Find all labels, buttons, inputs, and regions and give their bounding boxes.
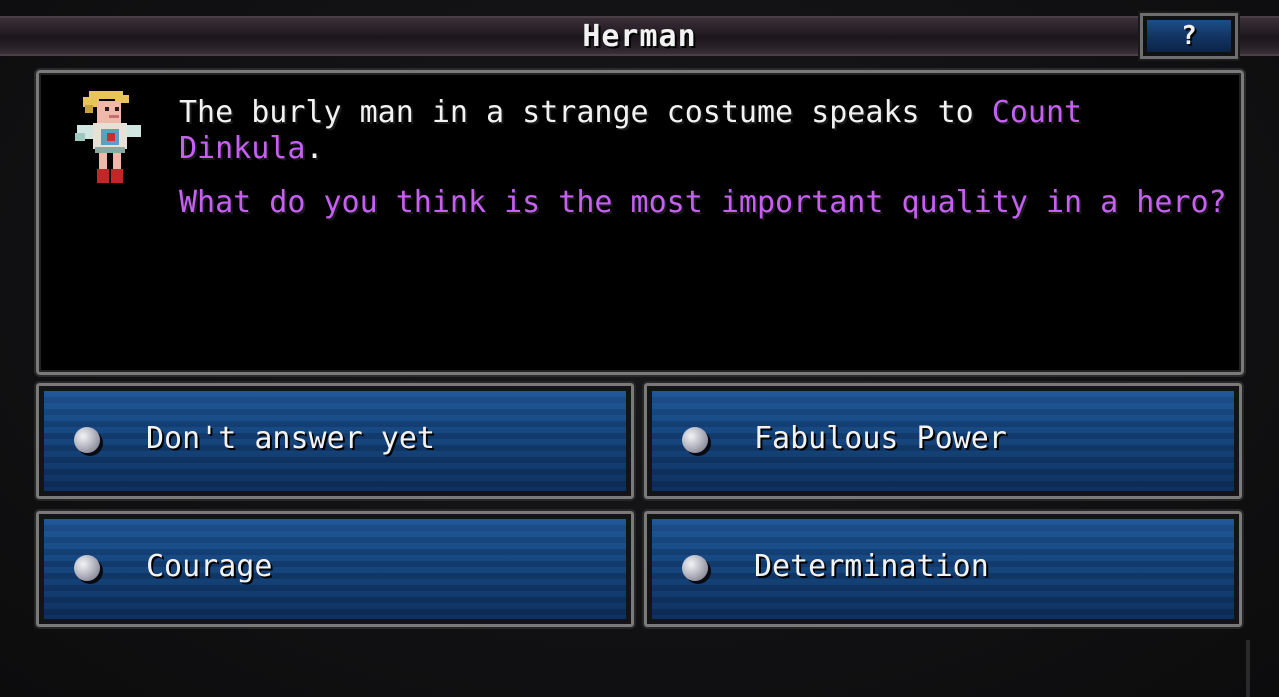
- help-button[interactable]: ?: [1138, 11, 1240, 61]
- choice-courage[interactable]: Courage: [34, 509, 636, 629]
- choice-fill: Determination: [652, 519, 1234, 619]
- choice-fabulous-power[interactable]: Fabulous Power: [642, 381, 1244, 501]
- speaker-name: Herman: [582, 19, 697, 54]
- narration-suffix: .: [305, 131, 324, 166]
- choice-label: Courage: [146, 549, 273, 584]
- bullet-icon: [74, 555, 100, 581]
- question-text: What do you think is the most important …: [179, 185, 1227, 220]
- narration-prefix: The burly man in a strange costume speak…: [179, 95, 992, 130]
- choice-dont-answer-yet[interactable]: Don't answer yet: [34, 381, 636, 501]
- bullet-icon: [74, 427, 100, 453]
- choice-label: Fabulous Power: [754, 421, 1007, 456]
- bullet-icon: [682, 555, 708, 581]
- herman-portrait-icon: [75, 91, 141, 183]
- dialog-panel: The burly man in a strange costume speak…: [34, 68, 1246, 377]
- bullet-icon: [682, 427, 708, 453]
- choice-fill: Fabulous Power: [652, 391, 1234, 491]
- window-edge-divider: [1246, 640, 1250, 697]
- narration-text: The burly man in a strange costume speak…: [179, 95, 1229, 167]
- choice-label: Determination: [754, 549, 989, 584]
- choice-determination[interactable]: Determination: [642, 509, 1244, 629]
- help-button-label: ?: [1147, 20, 1231, 52]
- choice-label: Don't answer yet: [146, 421, 435, 456]
- choice-fill: Courage: [44, 519, 626, 619]
- choice-fill: Don't answer yet: [44, 391, 626, 491]
